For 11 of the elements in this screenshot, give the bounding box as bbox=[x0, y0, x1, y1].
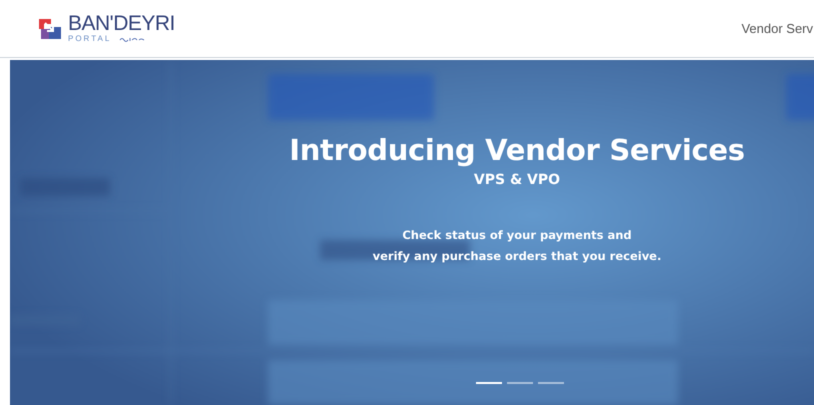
slide-subtitle: VPS & VPO bbox=[474, 171, 560, 189]
logo-icon bbox=[37, 16, 63, 40]
slide-text: Check status of your payments and verify any purchase orders that you receive. bbox=[372, 227, 662, 265]
logo-subtitle: PORTAL bbox=[68, 34, 112, 44]
nav-link[interactable]: Vendor Serv bbox=[741, 21, 813, 36]
slide-indicator[interactable] bbox=[476, 382, 502, 384]
slide-indicator[interactable] bbox=[507, 382, 533, 384]
script-logo-icon bbox=[119, 36, 146, 42]
logo-text: BAN'DEYRI bbox=[68, 14, 175, 34]
slide-indicator[interactable] bbox=[538, 382, 564, 384]
slide-title: Introducing Vendor Services bbox=[289, 132, 745, 168]
